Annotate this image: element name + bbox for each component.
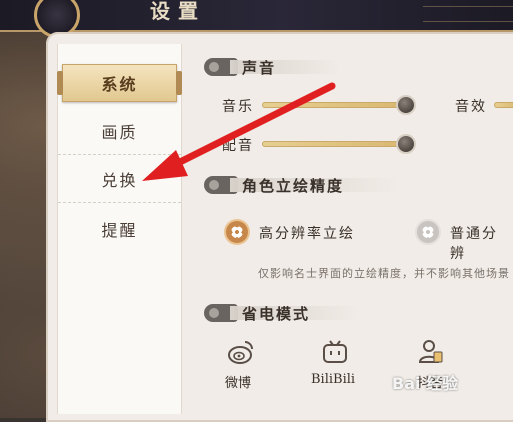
voice-label: 配音 (222, 138, 254, 154)
menu-item-redeem[interactable]: 兑换 (58, 156, 181, 203)
flower-icon (422, 226, 434, 238)
voice-slider[interactable] (262, 141, 406, 147)
normal-res-option-label[interactable]: 普通分辨 (450, 223, 513, 263)
weibo-icon[interactable] (227, 338, 255, 366)
title-bar: 设置 (0, 0, 513, 38)
music-label: 音乐 (222, 99, 254, 115)
portrait-note: 仅影响名士界面的立绘精度，并不影响其他场景 (258, 267, 510, 280)
high-res-option-label[interactable]: 高分辨率立绘 (259, 223, 355, 243)
menu-item-reminder[interactable]: 提醒 (58, 206, 181, 252)
voice-slider-handle[interactable] (396, 134, 416, 154)
menu-item-system[interactable]: 系统 (57, 64, 182, 102)
weibo-label[interactable]: 微博 (225, 372, 251, 391)
watermark: Bai 经验 (392, 374, 459, 393)
music-slider[interactable] (262, 102, 406, 108)
high-res-radio[interactable] (226, 221, 248, 243)
settings-menu: 系统 画质 兑换 提醒 (57, 44, 182, 414)
title-ornament (423, 6, 513, 22)
normal-res-radio[interactable] (417, 221, 439, 243)
douyin-icon[interactable] (416, 338, 444, 366)
power-section-header: 省电模式 (204, 302, 364, 324)
bilibili-icon[interactable] (321, 338, 349, 366)
effects-slider[interactable] (494, 102, 513, 108)
effects-label: 音效 (455, 99, 487, 115)
page-title: 设置 (150, 0, 206, 23)
bilibili-label[interactable]: BiliBili (311, 372, 355, 387)
flower-icon (231, 226, 243, 238)
portrait-section-header: 角色立绘精度 (204, 174, 404, 196)
sound-section-header: 声音 (204, 56, 344, 78)
music-slider-handle[interactable] (396, 95, 416, 115)
menu-item-graphics[interactable]: 画质 (58, 108, 181, 155)
